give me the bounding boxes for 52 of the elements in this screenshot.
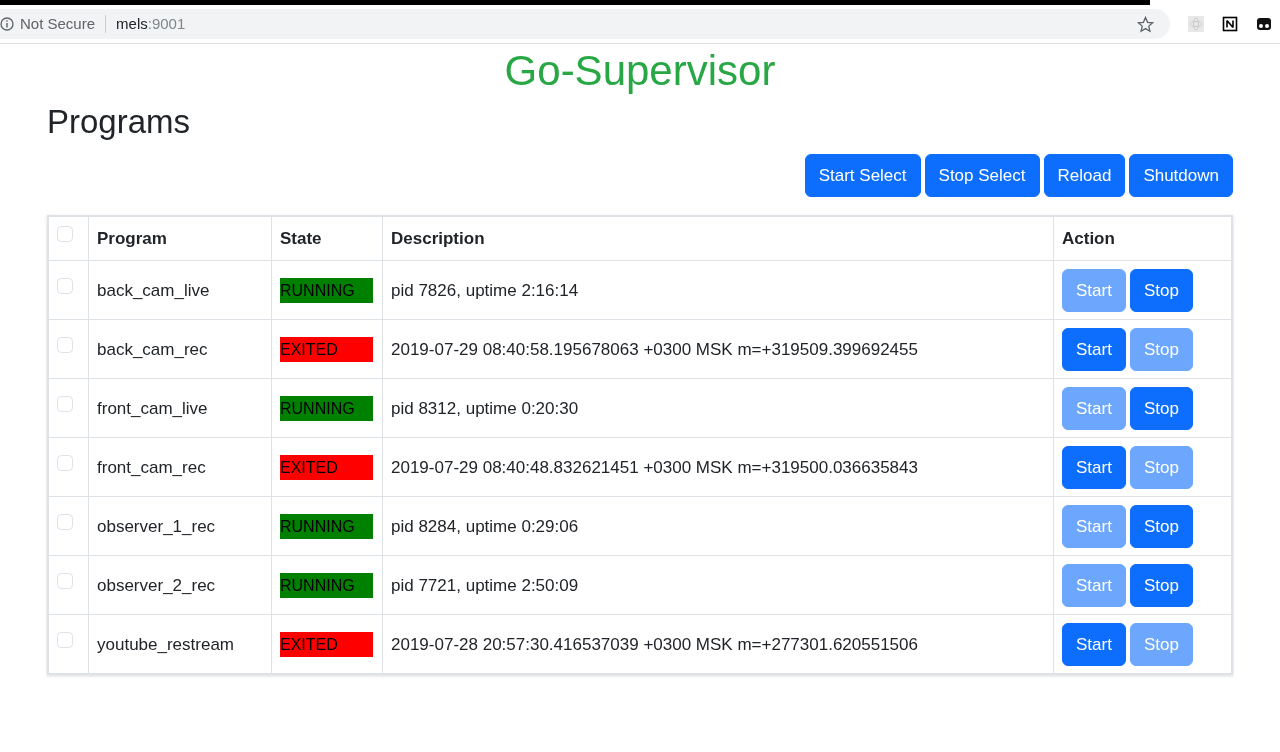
app-title: Go-Supervisor <box>503 48 777 95</box>
row-checkbox[interactable] <box>57 277 73 294</box>
program-name: back_cam_rec <box>88 319 272 379</box>
state-label: RUNNING <box>280 395 373 421</box>
row-checkbox[interactable] <box>57 454 73 471</box>
row-checkbox[interactable] <box>57 513 73 530</box>
row-checkbox[interactable] <box>57 631 73 648</box>
program-name: observer_2_rec <box>88 555 272 615</box>
stop-button[interactable]: Stop <box>1129 504 1193 549</box>
description-text: 2019-07-29 08:40:48.832621451 +0300 MSK m=+319500.036635843 <box>382 437 1054 497</box>
toolbar-button[interactable]: Start Select <box>804 153 921 198</box>
start-button[interactable]: Start <box>1062 445 1126 490</box>
toolbar-button[interactable]: Stop Select <box>924 153 1040 198</box>
state-label: EXITED <box>280 631 373 657</box>
state-label: RUNNING <box>280 277 373 303</box>
column-header: Action <box>1053 216 1232 261</box>
glasses-icon[interactable] <box>1256 16 1272 32</box>
toolbar-button[interactable]: Shutdown <box>1129 153 1233 198</box>
stop-button[interactable]: Stop <box>1129 268 1193 313</box>
program-name: front_cam_live <box>88 378 272 438</box>
state-label: RUNNING <box>280 513 373 539</box>
star-icon[interactable] <box>1137 16 1154 34</box>
toolbar-button[interactable]: Reload <box>1043 153 1126 198</box>
description-text: pid 7826, uptime 2:16:14 <box>382 260 1054 320</box>
state-label: RUNNING <box>280 572 373 598</box>
column-header: State <box>271 216 383 261</box>
description-text: pid 8312, uptime 0:20:30 <box>382 378 1054 438</box>
stop-button[interactable]: Stop <box>1129 386 1193 431</box>
description-text: pid 7721, uptime 2:50:09 <box>382 555 1054 615</box>
row-checkbox[interactable] <box>57 572 73 589</box>
column-header: Description <box>382 216 1054 261</box>
row-checkbox[interactable] <box>57 336 73 353</box>
page-heading: Programs <box>47 102 192 142</box>
program-name: front_cam_rec <box>88 437 272 497</box>
description-text: 2019-07-29 08:40:58.195678063 +0300 MSK m=+319509.399692455 <box>382 319 1054 379</box>
state-label: EXITED <box>280 454 373 480</box>
security-label[interactable]: Not Secure <box>20 12 96 36</box>
program-name: back_cam_live <box>88 260 272 320</box>
state-label: EXITED <box>280 336 373 362</box>
stop-button[interactable]: Stop <box>1129 563 1193 608</box>
description-text: pid 8284, uptime 0:29:06 <box>382 496 1054 556</box>
info-icon[interactable] <box>0 17 14 31</box>
start-button[interactable]: Start <box>1062 622 1126 667</box>
row-checkbox[interactable] <box>57 226 73 243</box>
atom-icon[interactable] <box>1188 16 1204 32</box>
description-text: 2019-07-28 20:57:30.416537039 +0300 MSK m=+277301.620551506 <box>382 614 1054 674</box>
program-name: observer_1_rec <box>88 496 272 556</box>
column-header: Program <box>88 216 272 261</box>
address-text[interactable]: mels:9001 <box>116 12 186 36</box>
program-name: youtube_restream <box>88 614 272 674</box>
row-checkbox[interactable] <box>57 395 73 412</box>
start-button[interactable]: Start <box>1062 327 1126 372</box>
